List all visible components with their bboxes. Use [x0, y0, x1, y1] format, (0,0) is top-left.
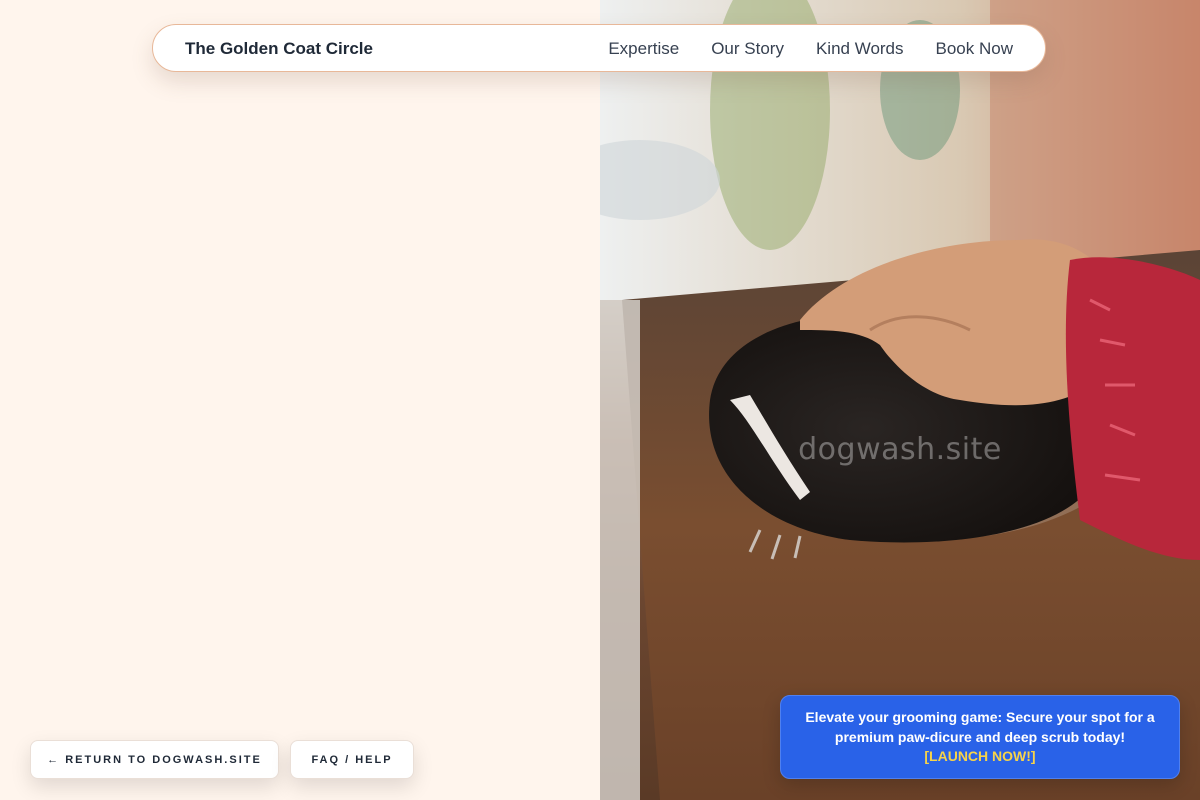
watermark-text: dogwash.site	[798, 432, 1002, 467]
promo-cta-link[interactable]: [LAUNCH NOW!]	[801, 747, 1159, 767]
left-panel	[0, 0, 600, 800]
nav-link-expertise[interactable]: Expertise	[608, 39, 679, 59]
return-to-site-button[interactable]: ← RETURN TO DOGWASH.SITE	[30, 740, 279, 779]
hero-photo-illustration	[600, 0, 1200, 800]
faq-help-button[interactable]: FAQ / HELP	[290, 740, 414, 779]
nav-link-book-now[interactable]: Book Now	[936, 39, 1013, 59]
nav-link-our-story[interactable]: Our Story	[711, 39, 784, 59]
promo-banner[interactable]: Elevate your grooming game: Secure your …	[780, 695, 1180, 779]
promo-text: Elevate your grooming game: Secure your …	[805, 709, 1155, 745]
top-navbar: The Golden Coat Circle Expertise Our Sto…	[152, 24, 1046, 72]
brand-name[interactable]: The Golden Coat Circle	[185, 39, 373, 59]
nav-link-kind-words[interactable]: Kind Words	[816, 39, 904, 59]
nav-links: Expertise Our Story Kind Words Book Now	[608, 39, 1013, 59]
hero-photo: dogwash.site	[600, 0, 1200, 800]
